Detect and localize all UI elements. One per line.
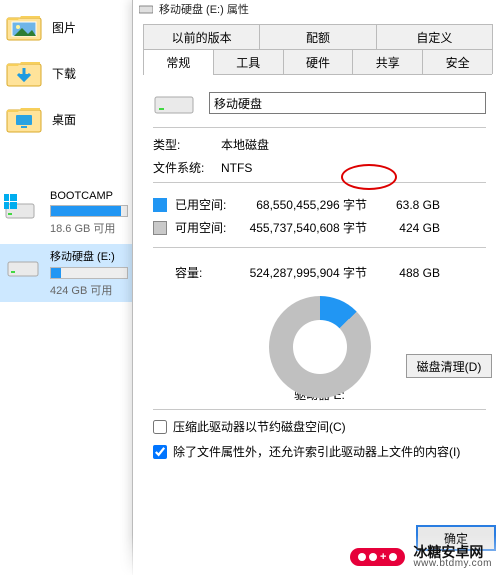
dialog-titlebar: 移动硬盘 (E:) 属性 [133,0,500,18]
drive-name: 移动硬盘 (E:) [50,248,128,264]
tab-security[interactable]: 安全 [422,49,493,74]
drive-icon [139,4,153,14]
sidebar-drive-bootcamp[interactable]: BOOTCAMP 18.6 GB 可用 [0,186,132,240]
desktop-folder-icon [6,104,42,134]
tab-strip: 以前的版本 配额 自定义 常规 工具 硬件 共享 安全 [143,24,492,75]
drive-usage-bar [50,205,128,217]
free-label: 可用空间: [175,219,235,236]
usage-donut-chart [269,296,371,398]
sidebar-folder-label: 图片 [52,19,76,36]
drive-free-text: 18.6 GB 可用 [50,220,128,236]
os-drive-icon [4,194,44,224]
pictures-folder-icon [6,12,42,42]
dialog-title: 移动硬盘 (E:) 属性 [159,1,249,17]
disk-cleanup-button[interactable]: 磁盘清理(D) [406,354,492,378]
type-value: 本地磁盘 [221,136,269,153]
compress-label: 压缩此驱动器以节约磁盘空间(C) [173,418,346,435]
explorer-sidebar: 图片 下载 桌面 [0,0,132,560]
free-human: 424 GB [385,221,440,235]
drive-icon [153,89,195,117]
type-label: 类型: [153,136,221,153]
capacity-human: 488 GB [385,266,440,280]
free-swatch-icon [153,221,167,235]
tab-tools[interactable]: 工具 [213,49,284,74]
drive-usage-bar [50,267,128,279]
drive-properties-dialog: 移动硬盘 (E:) 属性 以前的版本 配额 自定义 常规 工具 硬件 共享 安全… [132,0,500,575]
used-label: 已用空间: [175,196,235,213]
compress-checkbox[interactable] [153,420,167,434]
tab-general[interactable]: 常规 [143,49,214,74]
tab-sharing[interactable]: 共享 [352,49,423,74]
sidebar-drive-removable[interactable]: 移动硬盘 (E:) 424 GB 可用 [0,244,132,302]
downloads-folder-icon [6,58,42,88]
capacity-label: 容量: [175,264,235,281]
filesystem-value: NTFS [221,161,252,175]
drive-name-input[interactable] [209,92,486,114]
compress-option[interactable]: 压缩此驱动器以节约磁盘空间(C) [153,418,486,435]
drive-free-text: 424 GB 可用 [50,282,128,298]
drive-icon [4,252,44,282]
used-bytes: 68,550,455,296 字节 [235,196,385,213]
sidebar-folder-pictures[interactable]: 图片 [0,4,132,50]
sidebar-folder-downloads[interactable]: 下载 [0,50,132,96]
tab-previous-versions[interactable]: 以前的版本 [143,24,260,49]
filesystem-label: 文件系统: [153,159,221,176]
sidebar-folder-desktop[interactable]: 桌面 [0,96,132,142]
index-checkbox[interactable] [153,445,167,459]
sidebar-folder-label: 下载 [52,65,76,82]
sidebar-folder-label: 桌面 [52,111,76,128]
tab-customize[interactable]: 自定义 [376,24,493,49]
used-human: 63.8 GB [385,198,440,212]
free-bytes: 455,737,540,608 字节 [235,219,385,236]
tab-hardware[interactable]: 硬件 [283,49,354,74]
index-option[interactable]: 除了文件属性外，还允许索引此驱动器上文件的内容(I) [153,443,486,460]
index-label: 除了文件属性外，还允许索引此驱动器上文件的内容(I) [173,443,460,460]
used-swatch-icon [153,198,167,212]
ok-button[interactable]: 确定 [416,525,496,551]
drive-name: BOOTCAMP [50,190,128,202]
capacity-bytes: 524,287,995,904 字节 [235,264,385,281]
tab-quota[interactable]: 配额 [259,24,376,49]
